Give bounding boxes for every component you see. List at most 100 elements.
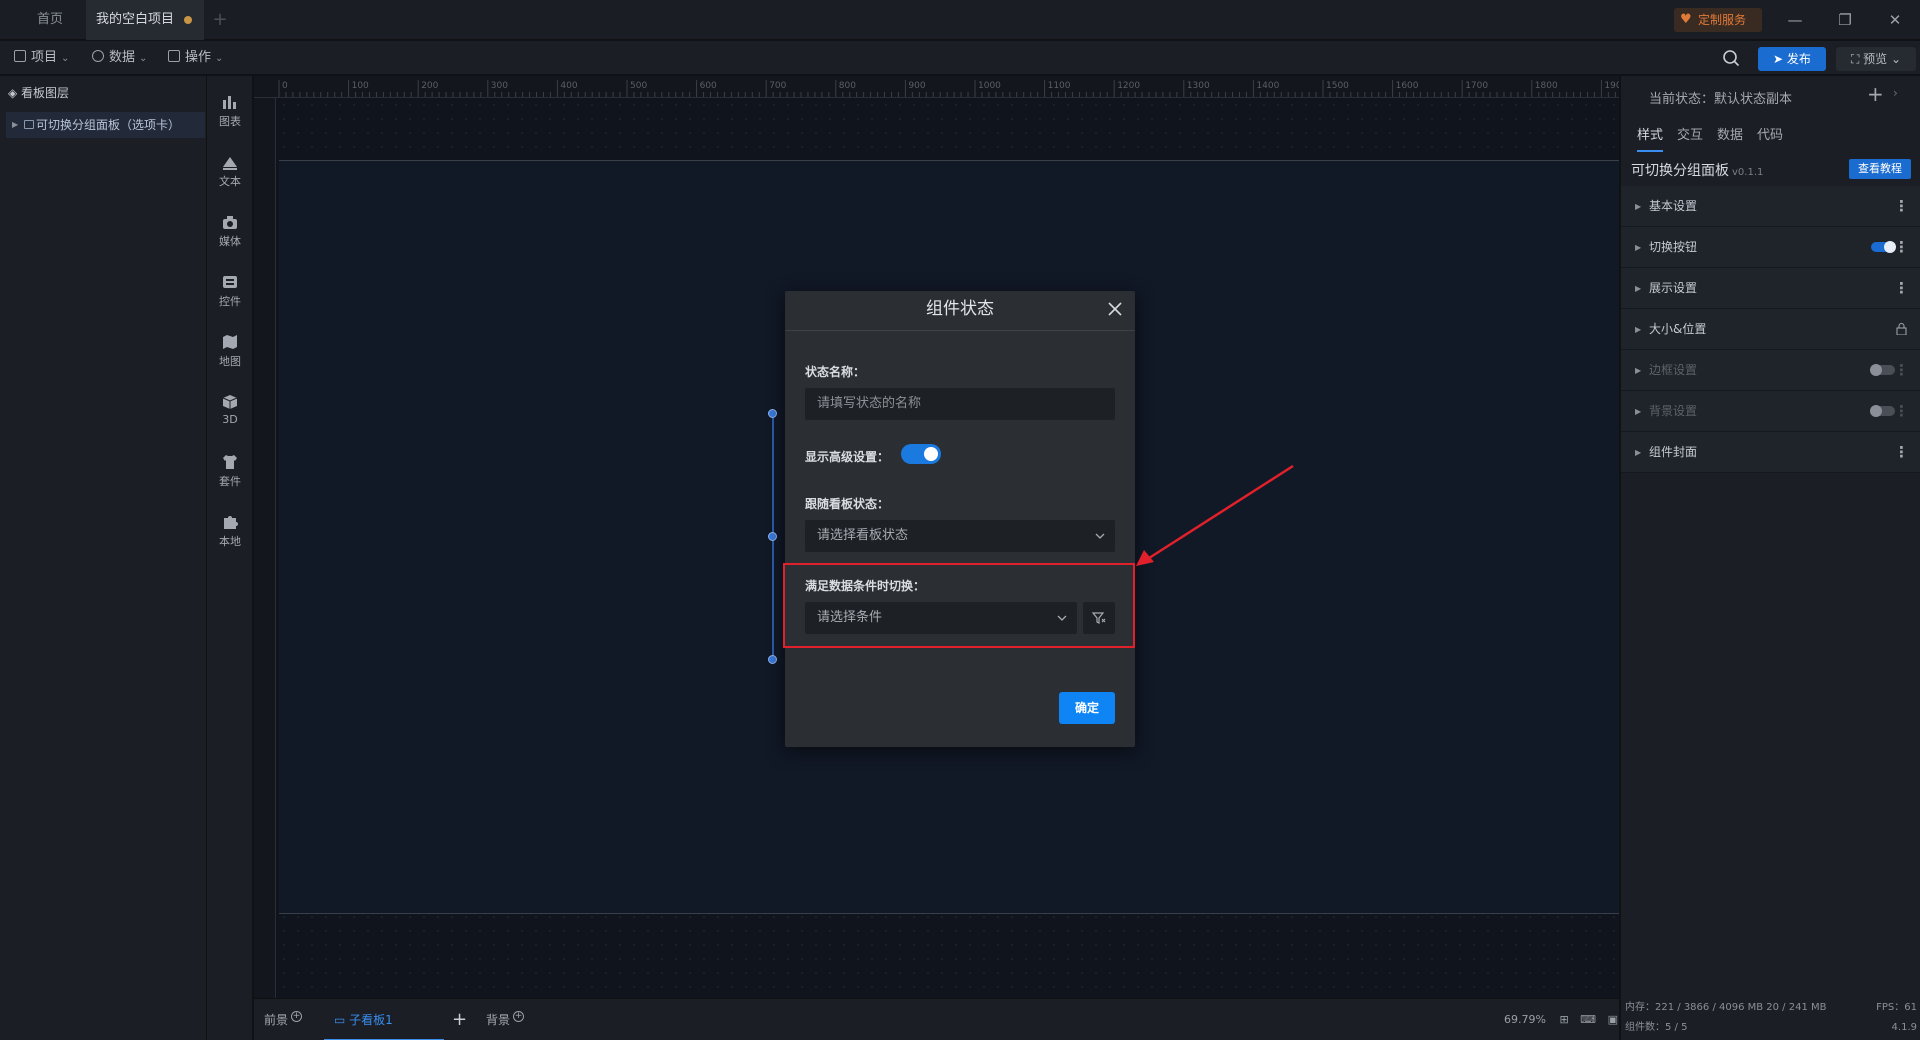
lock-icon[interactable] (1896, 323, 1907, 335)
section-toggle[interactable] (1870, 405, 1895, 417)
section-size-position[interactable]: ▶ 大小&位置 (1621, 309, 1920, 350)
component-label: 文本 (219, 175, 241, 188)
fit-screen-icon[interactable]: ⊞ (1559, 1013, 1568, 1026)
more-icon[interactable]: ⋮ (1894, 227, 1909, 268)
section-cover[interactable]: ▶ 组件封面 ⋮ (1621, 432, 1920, 473)
section-label: 组件封面 (1649, 445, 1698, 459)
add-circle-icon[interactable]: + (513, 1011, 525, 1022)
section-switch-button[interactable]: ▶ 切换按钮 ⋮ (1621, 227, 1920, 268)
add-tab-button[interactable]: + (208, 0, 232, 40)
cube-icon (222, 395, 238, 409)
menu-operation[interactable]: 操作 ⌄ (168, 41, 223, 75)
ruler-label: 1200 (1117, 81, 1140, 91)
expand-icon[interactable]: ▶ (12, 112, 18, 138)
publish-label: 发布 (1786, 52, 1811, 66)
close-window-button[interactable]: ✕ (1870, 0, 1920, 40)
component-label: 控件 (219, 295, 241, 308)
puzzle-icon (224, 516, 238, 529)
tutorial-button[interactable]: 查看教程 (1849, 159, 1911, 179)
filter-settings-button[interactable] (1083, 602, 1115, 634)
advanced-settings-toggle[interactable] (901, 444, 941, 464)
component-suite[interactable]: 套件 (207, 446, 253, 494)
zoom-level[interactable]: 69.79% ⊞ ⌨ ▣ (1504, 999, 1618, 1040)
filter-icon (1091, 612, 1106, 624)
current-state[interactable]: 当前状态：默认状态副本 (1649, 88, 1792, 107)
component-media[interactable]: 媒体 (207, 206, 253, 254)
more-icon[interactable]: ⋮ (1894, 391, 1909, 432)
menu-data-label: 数据 (109, 50, 136, 65)
custom-service-button[interactable]: ♥ 定制服务 (1674, 8, 1762, 32)
chevron-down-icon: ⌄ (215, 53, 224, 64)
board-state-select[interactable]: 请选择看板状态 (805, 520, 1115, 552)
component-3d[interactable]: 3D (207, 386, 253, 434)
ruler-label: 400 (560, 81, 577, 91)
tab-data[interactable]: 数据 (1717, 126, 1743, 152)
tab-background[interactable]: 背景 + (486, 999, 525, 1040)
memory-stat: 内存：221 / 3866 / 4096 MB 20 / 241 MB (1625, 1002, 1827, 1013)
state-name-input[interactable] (805, 388, 1115, 420)
keyboard-icon[interactable]: ⌨ (1580, 1013, 1596, 1026)
camera-icon (223, 216, 237, 229)
component-chart[interactable]: 图表 (207, 86, 253, 134)
more-icon[interactable]: ⋮ (1894, 268, 1909, 309)
component-state-dialog: 组件状态 状态名称： 显示高级设置： 跟随看板状态： 请选择看板状态 满足数据条… (783, 291, 1135, 747)
layer-item[interactable]: ▶ 可切换分组面板（选项卡） (6, 112, 205, 138)
restore-button[interactable]: ❐ (1820, 0, 1870, 40)
component-label: 地图 (219, 355, 241, 368)
preview-button[interactable]: ⛶ 预览 ⌄ (1836, 47, 1916, 71)
tab-interaction[interactable]: 交互 (1677, 126, 1703, 152)
minimize-button[interactable]: — (1770, 0, 1820, 40)
menu-data[interactable]: 数据 ⌄ (92, 41, 147, 75)
state-name-label: 状态名称： (805, 365, 866, 379)
chevron-right-icon[interactable]: › (1893, 86, 1898, 100)
canvas-tabs-bar: 前景 + ▭ 子看板1 + 背景 + 69.79% ⊞ ⌨ ▣ (254, 998, 1619, 1040)
section-border[interactable]: ▶ 边框设置 ⋮ (1621, 350, 1920, 391)
ruler-label: 1100 (1048, 81, 1071, 91)
section-toggle[interactable] (1871, 241, 1896, 253)
add-state-button[interactable]: + (1867, 82, 1884, 106)
add-board-button[interactable]: + (452, 999, 467, 1040)
component-label: 套件 (219, 475, 241, 488)
panel-icon (24, 120, 34, 129)
component-control[interactable]: 控件 (207, 266, 253, 314)
add-circle-icon[interactable]: + (291, 1011, 303, 1022)
component-map[interactable]: 地图 (207, 326, 253, 374)
resize-handle[interactable] (768, 532, 777, 541)
tab-sub-board[interactable]: ▭ 子看板1 (324, 999, 444, 1040)
terminal-icon[interactable]: ▣ (1608, 1013, 1618, 1026)
section-label: 切换按钮 (1649, 240, 1698, 254)
stats-row: 组件数：5 / 5 4.1.9 (1625, 1018, 1917, 1038)
more-icon[interactable]: ⋮ (1894, 186, 1909, 227)
menu-project[interactable]: 项目 ⌄ (14, 41, 69, 75)
section-display[interactable]: ▶ 展示设置 ⋮ (1621, 268, 1920, 309)
confirm-button[interactable]: 确定 (1059, 692, 1115, 724)
close-icon[interactable] (1105, 299, 1125, 319)
component-name: 可切换分组面板 (1631, 163, 1729, 179)
section-background[interactable]: ▶ 背景设置 ⋮ (1621, 391, 1920, 432)
section-basic[interactable]: ▶ 基本设置 ⋮ (1621, 186, 1920, 227)
component-local[interactable]: 本地 (207, 506, 253, 554)
more-icon[interactable]: ⋮ (1894, 432, 1909, 473)
publish-button[interactable]: ➤ 发布 (1758, 47, 1826, 71)
section-toggle[interactable] (1870, 364, 1895, 376)
resize-handle[interactable] (768, 655, 777, 664)
component-text[interactable]: 文本 (207, 146, 253, 194)
condition-select[interactable]: 请选择条件 (805, 602, 1077, 634)
grid-icon (168, 50, 180, 62)
tab-home[interactable]: 首页 (20, 0, 80, 40)
more-icon[interactable]: ⋮ (1894, 350, 1909, 391)
tab-project[interactable]: 我的空白项目 (86, 0, 204, 40)
search-icon[interactable] (1722, 49, 1740, 67)
tab-code[interactable]: 代码 (1757, 126, 1783, 152)
tab-project-label: 我的空白项目 (96, 12, 175, 27)
section-label: 展示设置 (1649, 281, 1698, 295)
section-label: 边框设置 (1649, 363, 1698, 377)
expand-icon: ▶ (1635, 202, 1642, 211)
tab-style[interactable]: 样式 (1637, 126, 1664, 152)
ruler-label: 700 (769, 81, 786, 91)
title-bar: 首页 我的空白项目 + ♥ 定制服务 — ❐ ✕ (0, 0, 1920, 40)
resize-handle[interactable] (768, 409, 777, 418)
property-panel: 当前状态：默认状态副本 + › 样式 交互 数据 代码 可切换分组面板 v0.1.… (1620, 76, 1920, 1040)
database-icon (92, 50, 104, 62)
tab-foreground[interactable]: 前景 + (264, 999, 303, 1040)
